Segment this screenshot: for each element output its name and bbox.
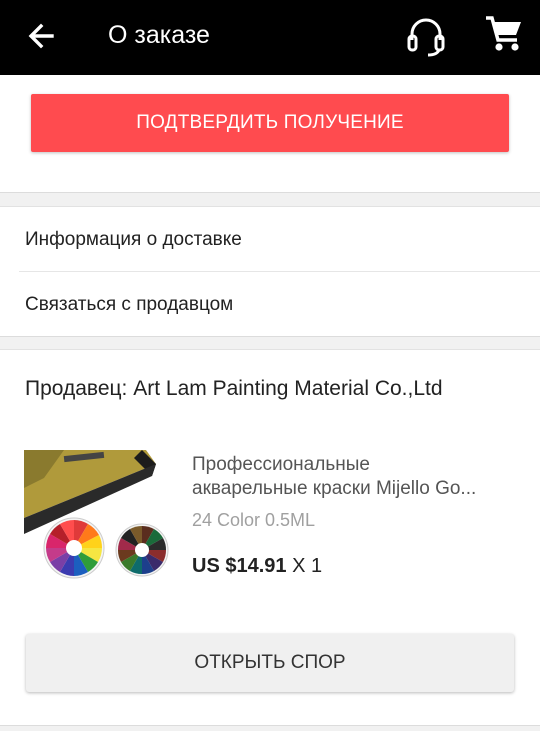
product-quantity: X 1 (292, 555, 323, 577)
open-dispute-button[interactable]: ОТКРЫТЬ СПОР (26, 634, 514, 692)
order-details: Продавец: Art Lam Painting Material Co.,… (0, 349, 540, 726)
shopping-cart-icon[interactable] (484, 14, 524, 54)
product-price-line: US $14.91 X 1 (192, 553, 322, 579)
confirm-section: ПОДТВЕРДИТЬ ПОЛУЧЕНИЕ (0, 75, 540, 193)
page-title: О заказе (108, 21, 210, 49)
product-name[interactable]: Профессиональные акварельные краски Mije… (192, 453, 522, 501)
arrow-left-icon[interactable] (22, 16, 62, 56)
product-price: US $14.91 (192, 555, 287, 577)
app-bar: О заказе (0, 0, 540, 75)
product-image[interactable] (24, 448, 174, 594)
product-name-line1: Профессиональные (192, 454, 370, 475)
order-links: Информация о доставке Связаться с продав… (0, 206, 540, 337)
product-variant: 24 Color 0.5ML (192, 510, 316, 530)
seller-name[interactable]: Продавец: Art Lam Painting Material Co.,… (25, 376, 443, 402)
delivery-info-link[interactable]: Информация о доставке (19, 208, 540, 272)
contact-seller-link[interactable]: Связаться с продавцом (19, 273, 540, 337)
headset-icon[interactable] (404, 14, 448, 58)
product-name-line2: акварельные краски Mijello Go... (192, 478, 477, 499)
confirm-receipt-button[interactable]: ПОДТВЕРДИТЬ ПОЛУЧЕНИЕ (31, 94, 509, 152)
